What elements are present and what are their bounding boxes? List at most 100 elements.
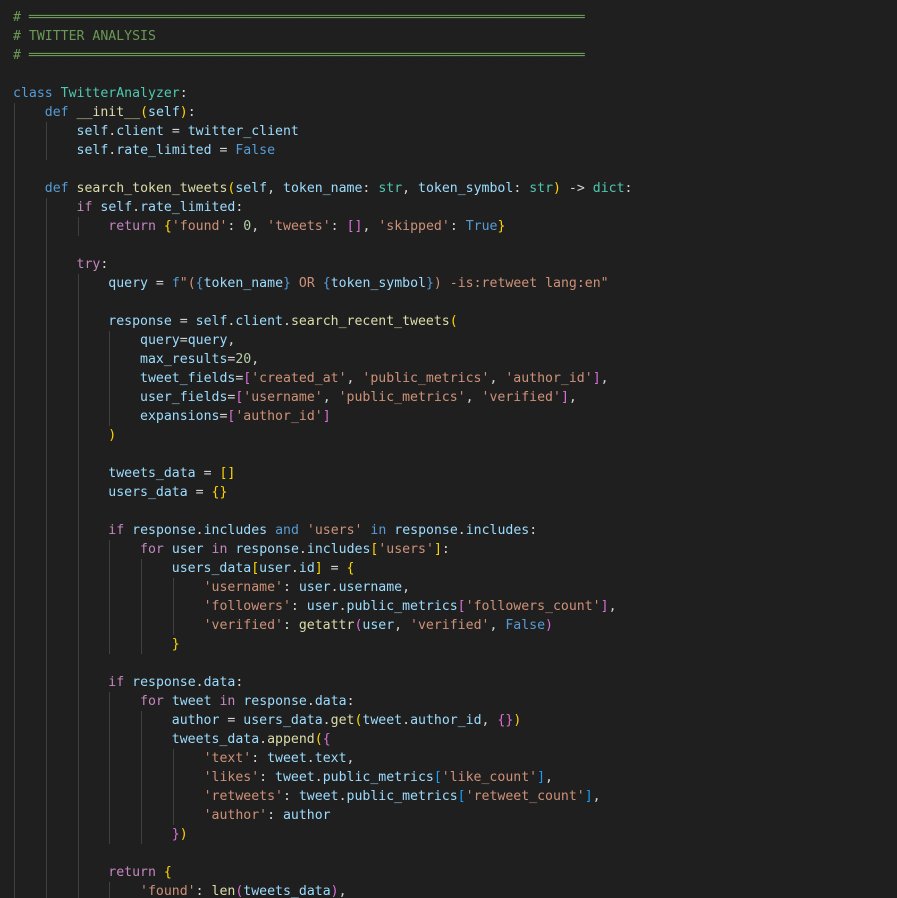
code-token: 'users' xyxy=(306,523,363,538)
indent-guide xyxy=(77,863,79,882)
indent-guide xyxy=(77,825,79,844)
indent-guide xyxy=(14,863,15,882)
indent-guide xyxy=(45,483,47,502)
indent-guide xyxy=(109,749,111,768)
indent-guide xyxy=(45,616,47,635)
code-token: tweet xyxy=(362,713,403,728)
code-token: , xyxy=(608,599,617,614)
code-area[interactable]: # ══════════════════════════════════════… xyxy=(13,8,632,898)
code-token: ) -is:retweet lang:en" xyxy=(433,276,609,291)
indent-guide xyxy=(109,692,111,711)
indent-guide xyxy=(77,217,79,236)
code-token: response xyxy=(394,523,458,538)
indent-guide xyxy=(45,236,47,255)
code-line: # ══════════════════════════════════════… xyxy=(13,8,632,27)
indent-guide xyxy=(14,198,15,217)
indent-guide xyxy=(45,844,47,863)
code-token: : xyxy=(513,181,530,196)
code-line: self.client = twitter_client xyxy=(13,122,632,141)
code-line: if response.data: xyxy=(13,673,632,692)
code-token: , xyxy=(568,390,577,405)
code-token: str xyxy=(529,181,554,196)
indent-guide xyxy=(45,806,47,825)
indent-guide xyxy=(45,464,47,483)
code-token: } xyxy=(497,219,506,234)
code-line: for tweet in response.data: xyxy=(13,692,632,711)
indent-guide xyxy=(14,483,15,502)
indent-guide xyxy=(141,730,143,749)
code-editor[interactable]: # ══════════════════════════════════════… xyxy=(0,0,897,898)
code-token: if xyxy=(108,523,125,538)
code-token: ( xyxy=(314,732,323,747)
code-token: , xyxy=(394,618,411,633)
indent-guide xyxy=(77,312,79,331)
code-token: user xyxy=(171,542,204,557)
code-line: def search_token_tweets(self, token_name… xyxy=(13,179,632,198)
indent-guide xyxy=(45,312,47,331)
code-token: 'verified' xyxy=(203,618,283,633)
code-token: . xyxy=(306,751,315,766)
code-token: author_id xyxy=(410,713,482,728)
code-token: 'author_id' xyxy=(235,409,323,424)
code-token: rate_limited xyxy=(140,200,236,215)
code-token: = xyxy=(171,314,196,329)
code-line: try: xyxy=(13,255,632,274)
code-token: in xyxy=(219,694,236,709)
code-token: getattr xyxy=(298,618,355,633)
indent-guide xyxy=(14,787,15,806)
indent-guide xyxy=(172,597,174,616)
code-token: # TWITTER ANALYSIS xyxy=(13,29,156,44)
code-token: { xyxy=(163,219,172,234)
code-token: . xyxy=(314,770,323,785)
code-token: self xyxy=(235,181,268,196)
code-line: for user in response.includes['users']: xyxy=(13,540,632,559)
code-token: = xyxy=(211,143,236,158)
code-line: tweets_data = [] xyxy=(13,464,632,483)
indent-guide xyxy=(77,369,79,388)
code-line: }) xyxy=(13,825,632,844)
code-line: tweet_fields=['created_at', 'public_metr… xyxy=(13,369,632,388)
code-token: client xyxy=(235,314,283,329)
code-token: public_metrics xyxy=(346,599,458,614)
code-token: { xyxy=(346,561,355,576)
indent-guide xyxy=(14,825,15,844)
code-token: f xyxy=(171,276,180,291)
code-token: : xyxy=(282,580,299,595)
indent-guide xyxy=(45,407,47,426)
code-token: False xyxy=(505,618,546,633)
indent-guide xyxy=(141,787,143,806)
code-token: tweet xyxy=(267,751,307,766)
code-line xyxy=(13,654,632,673)
code-line: max_results=20, xyxy=(13,350,632,369)
code-token: ( xyxy=(449,314,458,329)
indent-guide xyxy=(77,844,79,863)
code-token: tweets_data xyxy=(171,732,260,747)
indent-guide xyxy=(14,559,15,578)
indent-guide xyxy=(45,388,47,407)
indent-guide xyxy=(77,331,79,350)
indent-guide xyxy=(77,502,79,521)
code-token: { xyxy=(163,865,172,880)
code-token: : xyxy=(441,542,450,557)
indent-guide xyxy=(109,882,111,898)
code-token: str xyxy=(378,181,403,196)
code-token: . xyxy=(298,542,307,557)
code-token: True xyxy=(465,219,498,234)
code-token: self xyxy=(100,200,133,215)
indent-guide xyxy=(45,825,47,844)
indent-guide xyxy=(109,806,111,825)
code-line xyxy=(13,502,632,521)
code-line: if response.includes and 'users' in resp… xyxy=(13,521,632,540)
code-line: 'username': user.username, xyxy=(13,578,632,597)
code-token: append xyxy=(267,732,315,747)
indent-guide xyxy=(45,502,47,521)
code-token: TwitterAnalyzer xyxy=(60,86,180,101)
